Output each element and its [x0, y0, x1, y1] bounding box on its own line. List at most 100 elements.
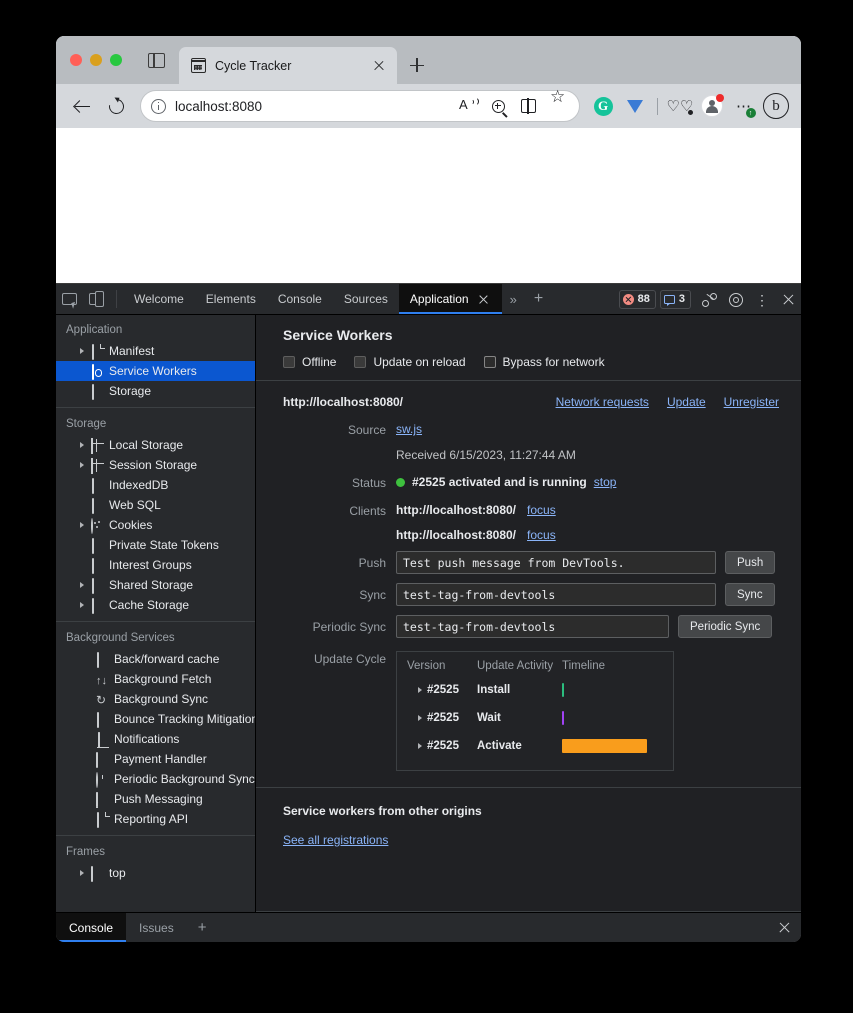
- browser-tab[interactable]: Cycle Tracker: [179, 47, 397, 84]
- table-row[interactable]: #2525 Install: [397, 676, 673, 704]
- chevron-right-icon[interactable]: [418, 743, 422, 749]
- tab-sources[interactable]: Sources: [333, 284, 399, 314]
- favorite-button[interactable]: [543, 92, 573, 120]
- close-devtools-button[interactable]: [775, 284, 801, 315]
- sidebar-item-indexeddb[interactable]: IndexedDB: [56, 475, 255, 495]
- update-on-reload-checkbox[interactable]: [354, 356, 366, 368]
- sync-input[interactable]: test-tag-from-devtools: [396, 583, 716, 606]
- row-activity: Install: [477, 684, 562, 696]
- address-bar[interactable]: localhost:8080 A: [140, 90, 580, 122]
- chevron-right-icon[interactable]: [80, 442, 84, 448]
- tab-elements[interactable]: Elements: [195, 284, 267, 314]
- sidebar-item-cache-storage[interactable]: Cache Storage: [56, 595, 255, 615]
- copilot-button[interactable]: b: [761, 91, 791, 121]
- close-icon[interactable]: [370, 57, 388, 75]
- focus-link[interactable]: focus: [527, 528, 556, 542]
- periodic-sync-button[interactable]: Periodic Sync: [678, 615, 772, 638]
- tab-console[interactable]: Console: [267, 284, 333, 314]
- sidebar-item-notifications[interactable]: Notifications: [56, 729, 255, 749]
- push-input[interactable]: Test push message from DevTools.: [396, 551, 716, 574]
- update-link[interactable]: Update: [667, 395, 706, 409]
- sidebar-item-local-storage[interactable]: Local Storage: [56, 435, 255, 455]
- more-tabs-button[interactable]: »: [502, 284, 525, 314]
- reload-button[interactable]: [100, 90, 132, 122]
- sidebar-item-background-fetch[interactable]: ↑↓ Background Fetch: [56, 669, 255, 689]
- maximize-window-button[interactable]: [110, 54, 122, 66]
- grammarly-extension-button[interactable]: G: [588, 91, 618, 121]
- tab-actions-button[interactable]: [138, 36, 175, 84]
- back-button[interactable]: [66, 90, 98, 122]
- update-on-reload-option[interactable]: Update on reload: [354, 355, 465, 369]
- sidebar-item-bounce-tracking-mitigation[interactable]: Bounce Tracking Mitigation: [56, 709, 255, 729]
- focus-link[interactable]: focus: [527, 503, 556, 517]
- settings-button[interactable]: [723, 284, 749, 315]
- client-url: http://localhost:8080/: [396, 528, 516, 542]
- stop-link[interactable]: stop: [594, 475, 617, 489]
- chevron-right-icon[interactable]: [80, 582, 84, 588]
- sidebar-item-background-sync[interactable]: ↻ Background Sync: [56, 689, 255, 709]
- browser-essentials-button[interactable]: ♡♡: [665, 91, 695, 121]
- unregister-link[interactable]: Unregister: [724, 395, 779, 409]
- settings-and-more-button[interactable]: ⋯↑: [729, 91, 759, 121]
- offline-checkbox[interactable]: [283, 356, 295, 368]
- devtools-body: Application Manifest Service Workers Sto…: [56, 315, 801, 912]
- tab-application[interactable]: Application: [399, 284, 502, 314]
- sidebar-item-service-workers[interactable]: Service Workers: [56, 361, 255, 381]
- profile-button[interactable]: [697, 91, 727, 121]
- devtools-menu-button[interactable]: ⋮: [749, 284, 775, 315]
- nodes-button[interactable]: [697, 284, 723, 315]
- sidebar-item-session-storage[interactable]: Session Storage: [56, 455, 255, 475]
- tab-welcome[interactable]: Welcome: [123, 284, 195, 314]
- chevron-right-icon[interactable]: [80, 462, 84, 468]
- application-sidebar[interactable]: Application Manifest Service Workers Sto…: [56, 315, 256, 912]
- vpn-extension-button[interactable]: [620, 91, 650, 121]
- info-icon[interactable]: [151, 99, 166, 114]
- chevron-right-icon[interactable]: [80, 602, 84, 608]
- sidebar-item-cookies[interactable]: Cookies: [56, 515, 255, 535]
- sidebar-item-reporting-api[interactable]: Reporting API: [56, 809, 255, 829]
- drawer-tab-issues[interactable]: Issues: [126, 913, 187, 942]
- periodic-sync-input[interactable]: test-tag-from-devtools: [396, 615, 669, 638]
- sidebar-item-push-messaging[interactable]: Push Messaging: [56, 789, 255, 809]
- drawer-add-tab-button[interactable]: +: [187, 913, 218, 942]
- split-screen-button[interactable]: [513, 92, 543, 120]
- device-toolbar-button[interactable]: [83, 284, 110, 314]
- drawer-tab-console[interactable]: Console: [56, 913, 126, 942]
- network-requests-link[interactable]: Network requests: [556, 395, 649, 409]
- sidebar-item-back-forward-cache[interactable]: Back/forward cache: [56, 649, 255, 669]
- see-all-registrations-link[interactable]: See all registrations: [283, 833, 388, 847]
- chevron-right-icon[interactable]: [80, 522, 84, 528]
- chevron-right-icon[interactable]: [80, 348, 84, 354]
- chevron-right-icon[interactable]: [80, 870, 84, 876]
- sidebar-item-web-sql[interactable]: Web SQL: [56, 495, 255, 515]
- zoom-button[interactable]: [483, 92, 513, 120]
- sync-button[interactable]: Sync: [725, 583, 775, 606]
- chevron-right-icon[interactable]: [418, 687, 422, 693]
- offline-option[interactable]: Offline: [283, 355, 336, 369]
- sidebar-item-storage[interactable]: Storage: [56, 381, 255, 401]
- sidebar-item-manifest[interactable]: Manifest: [56, 341, 255, 361]
- drawer-close-button[interactable]: [767, 913, 801, 942]
- close-window-button[interactable]: [70, 54, 82, 66]
- read-aloud-button[interactable]: A: [453, 92, 483, 120]
- bypass-for-network-option[interactable]: Bypass for network: [484, 355, 605, 369]
- sidebar-item-payment-handler[interactable]: Payment Handler: [56, 749, 255, 769]
- sidebar-item-top-frame[interactable]: top: [56, 863, 255, 883]
- sidebar-item-interest-groups[interactable]: Interest Groups: [56, 555, 255, 575]
- new-tab-button[interactable]: [403, 47, 431, 84]
- inspect-element-button[interactable]: [56, 284, 83, 314]
- sidebar-item-shared-storage[interactable]: Shared Storage: [56, 575, 255, 595]
- close-icon[interactable]: [476, 292, 491, 307]
- source-file-link[interactable]: sw.js: [396, 422, 422, 436]
- table-row[interactable]: #2525 Wait: [397, 704, 673, 732]
- message-counter[interactable]: 3: [660, 290, 691, 309]
- push-button[interactable]: Push: [725, 551, 775, 574]
- sidebar-item-private-state-tokens[interactable]: Private State Tokens: [56, 535, 255, 555]
- add-panel-button[interactable]: +: [525, 284, 552, 314]
- chevron-right-icon[interactable]: [418, 715, 422, 721]
- bypass-for-network-checkbox[interactable]: [484, 356, 496, 368]
- sidebar-item-periodic-background-sync[interactable]: Periodic Background Sync: [56, 769, 255, 789]
- table-row[interactable]: #2525 Activate: [397, 732, 673, 760]
- minimize-window-button[interactable]: [90, 54, 102, 66]
- error-counter[interactable]: 88: [619, 290, 656, 309]
